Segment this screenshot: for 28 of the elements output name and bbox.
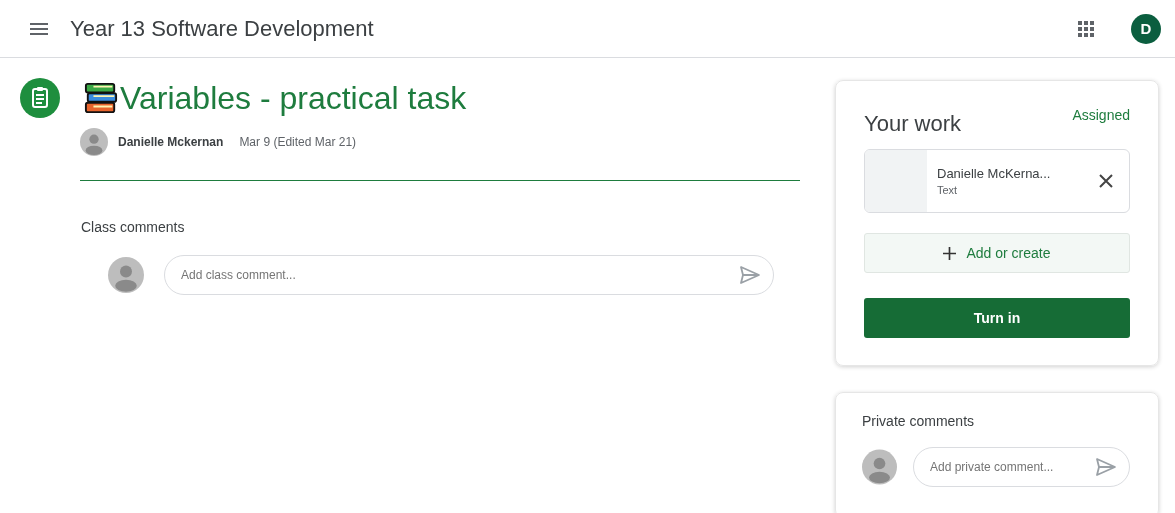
attachment-card[interactable]: Danielle McKerna... Text xyxy=(864,149,1130,213)
class-title[interactable]: Year 13 Software Development xyxy=(70,15,374,42)
class-comments-heading: Class comments xyxy=(81,219,186,235)
class-comment-field[interactable]: Add class comment... xyxy=(164,255,774,295)
add-or-create-button[interactable]: Add or create xyxy=(864,233,1130,273)
post-date: Mar 9 (Edited Mar 21) xyxy=(239,135,357,149)
status-label: Assigned xyxy=(1072,107,1130,123)
books-icon xyxy=(84,81,118,115)
send-icon[interactable] xyxy=(1094,455,1118,479)
author-name: Danielle Mckernan xyxy=(118,135,224,149)
close-icon[interactable] xyxy=(1099,174,1113,188)
assignment-icon xyxy=(20,78,60,118)
menu-icon[interactable] xyxy=(30,22,48,35)
avatar-icon xyxy=(108,257,144,293)
plus-icon xyxy=(943,246,957,260)
attachment-type: Text xyxy=(937,184,959,196)
your-work-title: Your work xyxy=(864,111,961,137)
turn-in-button[interactable]: Turn in xyxy=(864,298,1130,338)
account-avatar[interactable]: D xyxy=(1131,13,1161,44)
avatar-icon xyxy=(80,128,108,156)
private-comment-field[interactable]: Add private comment... xyxy=(913,447,1130,487)
apps-icon[interactable] xyxy=(1077,19,1095,38)
assignment-title: Variables - practical task xyxy=(120,79,467,117)
private-comments-heading: Private comments xyxy=(862,413,976,429)
attachment-name: Danielle McKerna... xyxy=(937,166,1052,181)
avatar-icon xyxy=(862,449,897,485)
attachment-thumbnail xyxy=(865,150,927,212)
send-icon[interactable] xyxy=(738,263,762,287)
